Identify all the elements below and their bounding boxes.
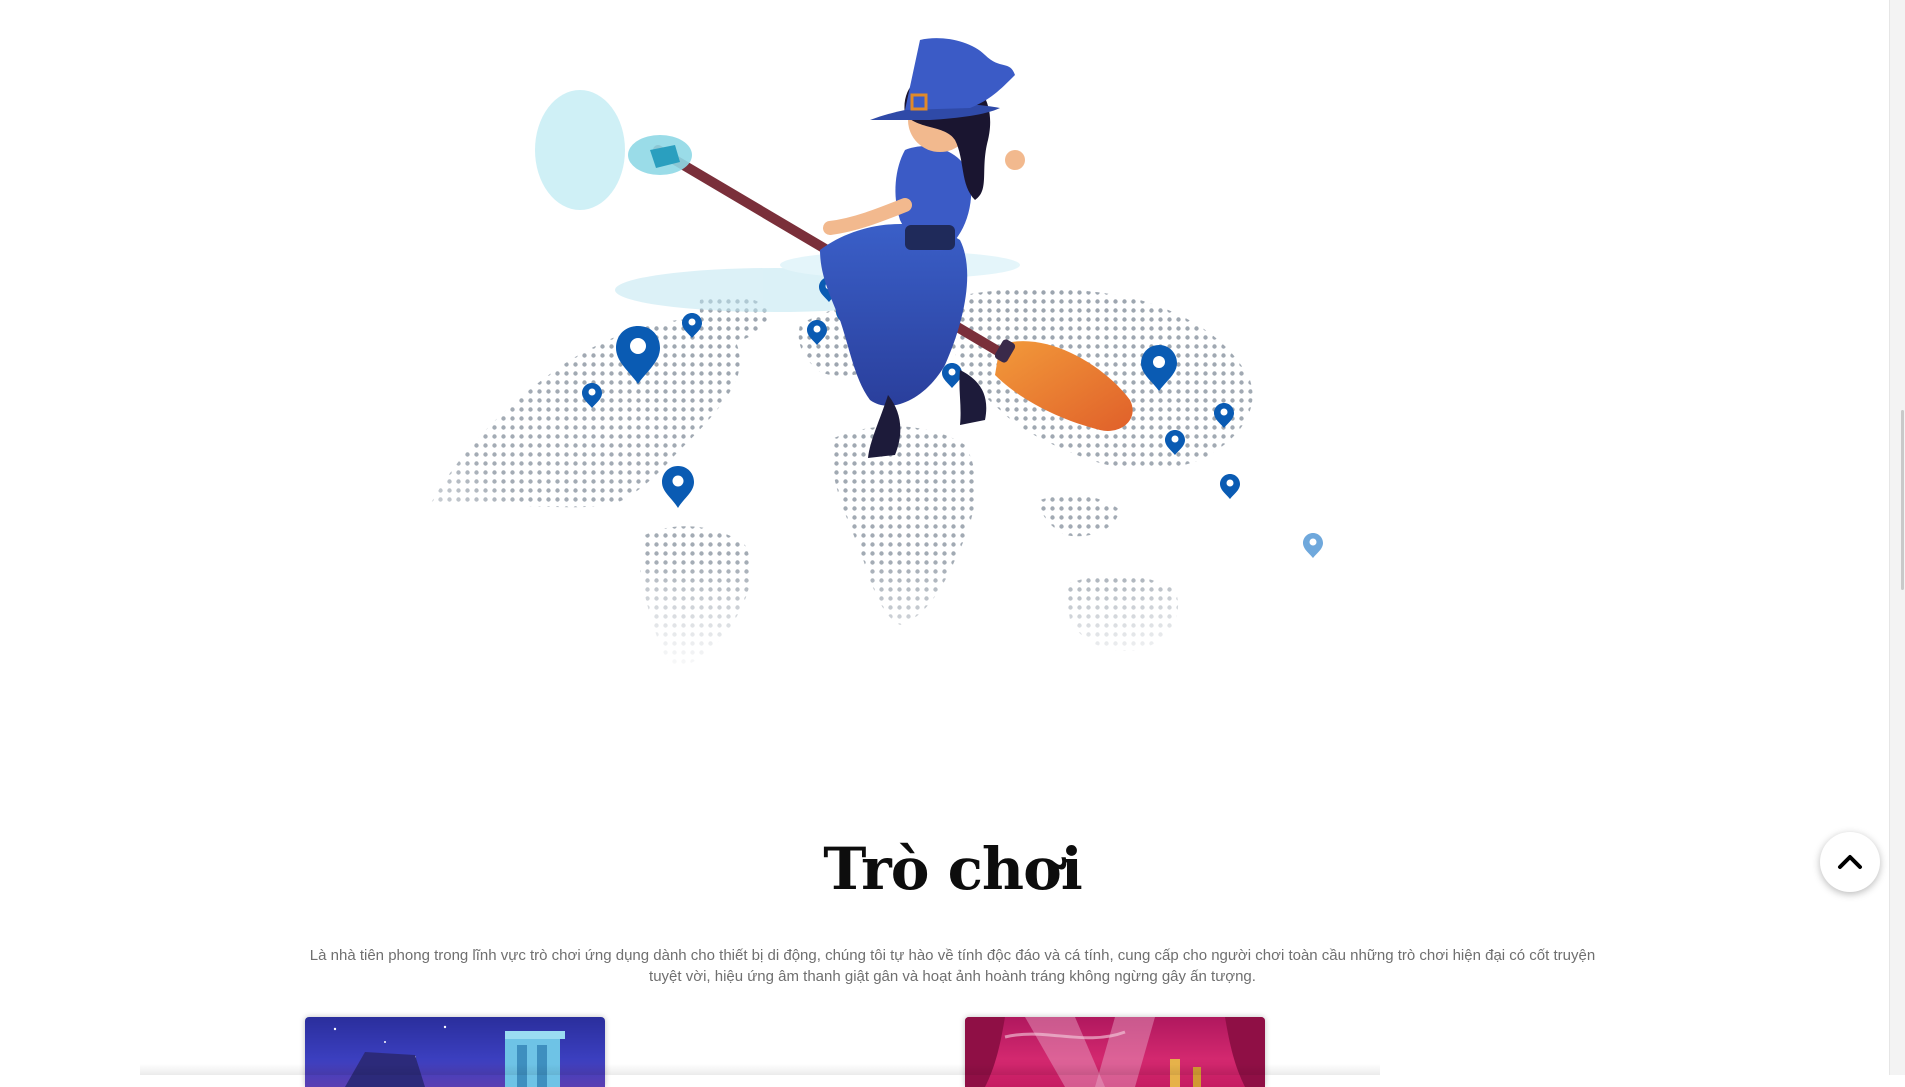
night-castle-thumbnail bbox=[333, 1025, 565, 1087]
page: Trò chơi Là nhà tiên phong trong lĩnh vự… bbox=[0, 0, 1905, 1087]
stage-curtain-thumbnail bbox=[965, 1017, 1265, 1087]
game-card[interactable] bbox=[965, 1017, 1265, 1087]
scrollbar-thumb[interactable] bbox=[1901, 410, 1904, 590]
card-shadow bbox=[140, 1064, 1380, 1075]
chevron-up-icon bbox=[1838, 855, 1862, 869]
hero-illustration bbox=[400, 0, 1450, 700]
game-card[interactable] bbox=[305, 1017, 605, 1087]
section-title: Trò chơi bbox=[823, 835, 1083, 903]
world-map-illustration bbox=[400, 0, 1450, 700]
back-to-top-button[interactable] bbox=[1820, 832, 1880, 892]
section-description: Là nhà tiên phong trong lĩnh vực trò chơ… bbox=[309, 947, 1596, 985]
